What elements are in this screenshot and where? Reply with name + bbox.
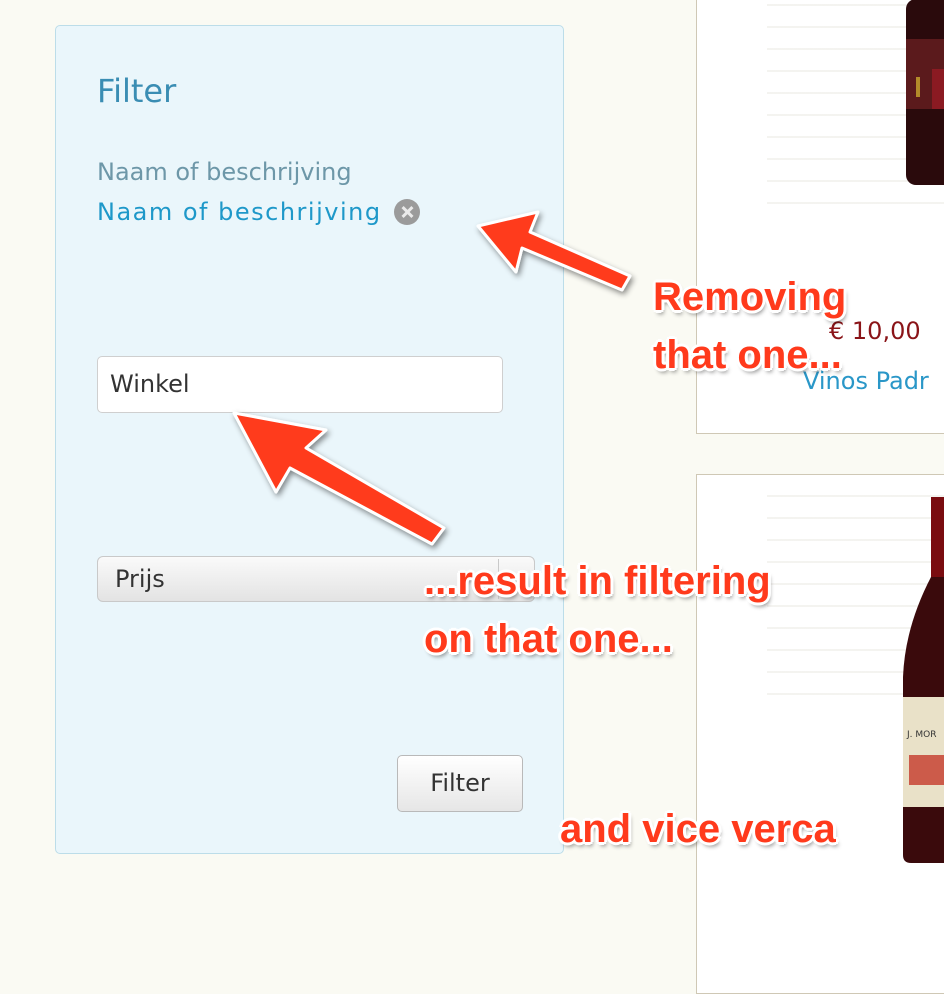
annotation-removing-line2: that one... <box>653 333 842 377</box>
annotation-filtering: ...result in filtering on that one... <box>424 552 771 668</box>
annotation-removing: Removing that one... <box>653 268 846 384</box>
annotation-filtering-line1: ...result in filtering <box>424 559 771 603</box>
arrow-to-shop-input <box>232 411 446 546</box>
annotation-removing-line1: Removing <box>653 275 847 319</box>
annotation-vice-versa: and vice verca <box>560 807 836 851</box>
arrow-to-clear-icon <box>476 210 632 292</box>
annotation-filtering-line2: on that one... <box>424 617 673 661</box>
